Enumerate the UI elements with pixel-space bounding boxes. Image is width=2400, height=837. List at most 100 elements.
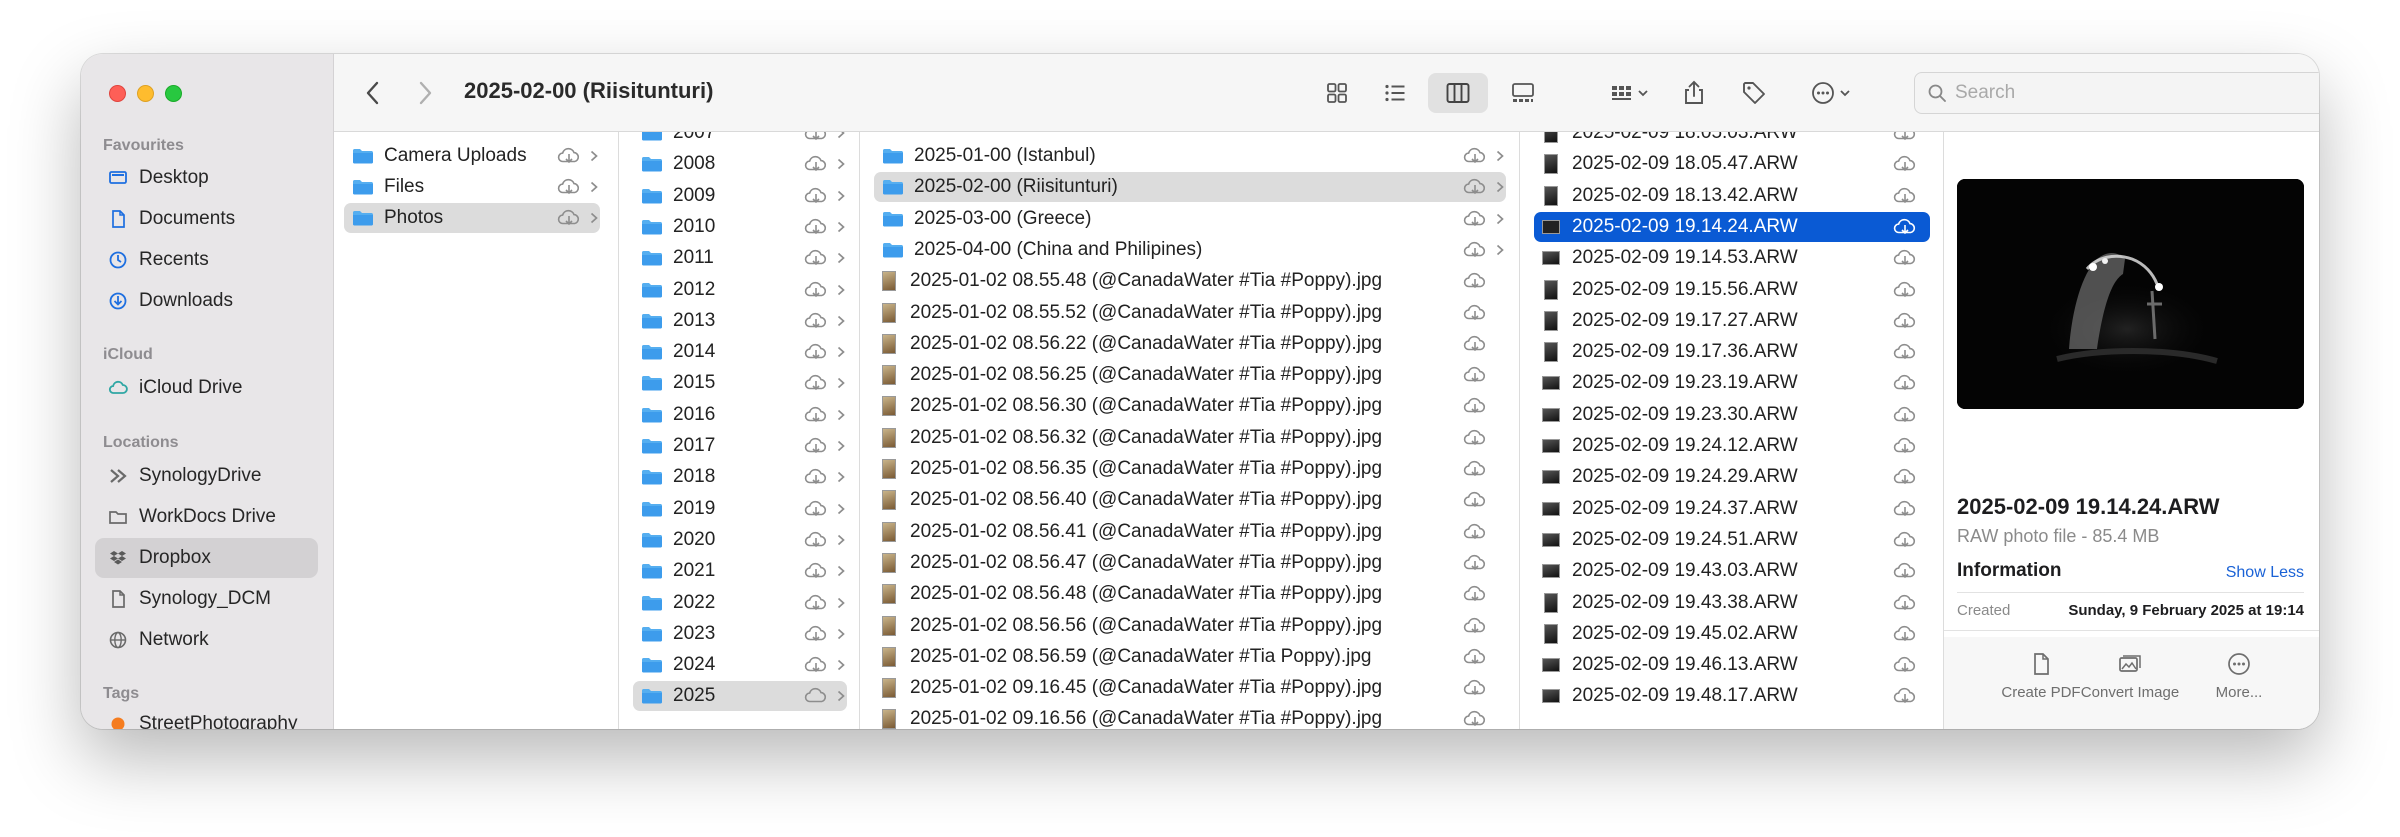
file-row[interactable]: 2025-02-09 19.23.19.ARW: [1534, 368, 1930, 398]
column-dropbox[interactable]: Camera Uploads Files Photos: [334, 132, 619, 729]
file-row[interactable]: 2025-01-02 08.56.40 (@CanadaWater #Tia #…: [874, 485, 1506, 515]
folder-row[interactable]: 2008: [633, 149, 847, 179]
file-row[interactable]: 2025-02-09 19.17.27.ARW: [1534, 306, 1930, 336]
search-input[interactable]: [1955, 82, 2319, 104]
folder-row[interactable]: 2013: [633, 306, 847, 336]
file-row[interactable]: 2025-01-02 08.55.48 (@CanadaWater #Tia #…: [874, 266, 1506, 296]
file-row[interactable]: 2025-02-09 19.24.12.ARW: [1534, 431, 1930, 461]
file-row[interactable]: 2025-01-02 08.56.59 (@CanadaWater #Tia P…: [874, 642, 1506, 672]
file-row[interactable]: 2025-01-02 08.56.30 (@CanadaWater #Tia #…: [874, 391, 1506, 421]
file-row[interactable]: 2025-02-09 19.43.38.ARW: [1534, 588, 1930, 618]
folder-row[interactable]: 2014: [633, 337, 847, 367]
file-row[interactable]: 2025-02-09 18.13.42.ARW: [1534, 181, 1930, 211]
file-row[interactable]: 2025-02-09 19.24.51.ARW: [1534, 525, 1930, 555]
folder-row[interactable]: Camera Uploads: [344, 141, 600, 171]
icon-view-button[interactable]: [1314, 73, 1360, 113]
file-row[interactable]: 2025-02-09 19.15.56.ARW: [1534, 275, 1930, 305]
back-button[interactable]: [358, 78, 388, 108]
folder-row[interactable]: 2024: [633, 650, 847, 680]
column-riisitunturi[interactable]: 2025-02-09 18.05.03.ARW 2025-02-09 18.05.…: [1520, 132, 1944, 729]
file-row[interactable]: 2025-01-02 08.56.25 (@CanadaWater #Tia #…: [874, 360, 1506, 390]
file-row[interactable]: 2025-03-00 (Greece): [874, 204, 1506, 234]
folder-row[interactable]: 2009: [633, 181, 847, 211]
sidebar-item-downloads[interactable]: Downloads: [95, 281, 318, 321]
show-less-link[interactable]: Show Less: [2226, 564, 2304, 582]
file-row[interactable]: 2025-01-02 08.56.48 (@CanadaWater #Tia #…: [874, 579, 1506, 609]
tags-button[interactable]: [1734, 73, 1774, 113]
file-row[interactable]: 2025-02-09 18.05.47.ARW: [1534, 149, 1930, 179]
folder-row[interactable]: 2010: [633, 212, 847, 242]
file-row[interactable]: 2025-01-02 08.56.47 (@CanadaWater #Tia #…: [874, 548, 1506, 578]
column-view-button[interactable]: [1428, 73, 1488, 113]
folder-row[interactable]: 2016: [633, 400, 847, 430]
file-row[interactable]: 2025-01-02 08.56.35 (@CanadaWater #Tia #…: [874, 454, 1506, 484]
column-photos[interactable]: 2007 2008 2009 2010 2011 2012 2013 2014 2015 2016…: [619, 132, 860, 729]
file-row[interactable]: 2025-02-09 19.14.53.ARW: [1534, 243, 1930, 273]
file-row[interactable]: 2025-02-09 19.46.13.ARW: [1534, 650, 1930, 680]
file-row[interactable]: 2025-01-00 (Istanbul): [874, 141, 1506, 171]
file-row[interactable]: 2025-02-00 (Riisitunturi): [874, 172, 1506, 203]
gallery-view-button[interactable]: [1498, 73, 1548, 113]
file-row[interactable]: 2025-02-09 19.48.17.ARW: [1534, 681, 1930, 711]
file-row[interactable]: 2025-02-09 19.14.24.ARW: [1534, 211, 1930, 242]
file-row[interactable]: 2025-01-02 08.56.41 (@CanadaWater #Tia #…: [874, 517, 1506, 547]
sidebar-item-icloud-drive[interactable]: iCloud Drive: [95, 368, 318, 408]
file-row[interactable]: 2025-02-09 18.05.03.ARW: [1534, 132, 1930, 148]
sidebar-item-recents[interactable]: Recents: [95, 240, 318, 280]
folder-row[interactable]: Photos: [344, 203, 600, 233]
cloud-download-icon: [1893, 437, 1916, 454]
folder-row[interactable]: 2022: [633, 588, 847, 618]
file-row[interactable]: 2025-01-02 08.56.22 (@CanadaWater #Tia #…: [874, 329, 1506, 359]
raw-thumbnail-icon: [1542, 501, 1560, 516]
share-button[interactable]: [1674, 73, 1714, 113]
more-actions-button[interactable]: More...: [2184, 651, 2294, 702]
file-row[interactable]: 2025-02-09 19.24.29.ARW: [1534, 462, 1930, 492]
folder-row[interactable]: Files: [344, 172, 600, 202]
folder-row[interactable]: 2011: [633, 243, 847, 273]
sidebar-item-tag-streetphotography[interactable]: StreetPhotography: [95, 704, 318, 729]
file-row[interactable]: 2025-01-02 08.55.52 (@CanadaWater #Tia #…: [874, 298, 1506, 328]
file-row[interactable]: 2025-01-02 09.16.45 (@CanadaWater #Tia #…: [874, 673, 1506, 703]
file-row[interactable]: 2025-01-02 09.16.56 (@CanadaWater #Tia #…: [874, 704, 1506, 729]
sidebar-item-workdocs-drive[interactable]: WorkDocs Drive: [95, 497, 318, 537]
raw-thumbnail-icon: [1544, 592, 1558, 613]
list-view-button[interactable]: [1372, 73, 1418, 113]
file-row[interactable]: 2025-01-02 08.56.56 (@CanadaWater #Tia #…: [874, 611, 1506, 641]
convert-image-button[interactable]: Convert Image: [2075, 651, 2185, 702]
folder-row[interactable]: 2023: [633, 619, 847, 649]
file-row[interactable]: 2025-02-09 19.17.36.ARW: [1534, 337, 1930, 367]
folder-row[interactable]: 2021: [633, 556, 847, 586]
sidebar-item-label: StreetPhotography: [139, 713, 298, 729]
folder-row[interactable]: 2017: [633, 431, 847, 461]
action-menu-button[interactable]: [1800, 73, 1864, 113]
folder-row[interactable]: 2012: [633, 275, 847, 305]
sidebar-item-dropbox[interactable]: Dropbox: [95, 538, 318, 578]
sidebar-item-desktop[interactable]: Desktop: [95, 158, 318, 198]
folder-row[interactable]: 2015: [633, 368, 847, 398]
zoom-window-button[interactable]: [165, 85, 182, 102]
column-2025[interactable]: 2025-01-00 (Istanbul) 2025-02-00 (Riisitu…: [860, 132, 1520, 729]
file-row[interactable]: 2025-02-09 19.43.03.ARW: [1534, 556, 1930, 586]
minimize-window-button[interactable]: [137, 85, 154, 102]
close-window-button[interactable]: [109, 85, 126, 102]
file-row[interactable]: 2025-04-00 (China and Philipines): [874, 235, 1506, 265]
file-row[interactable]: 2025-01-02 08.56.32 (@CanadaWater #Tia #…: [874, 423, 1506, 453]
folder-row[interactable]: 2020: [633, 525, 847, 555]
file-row[interactable]: 2025-02-09 19.23.30.ARW: [1534, 400, 1930, 430]
search-field[interactable]: [1914, 72, 2319, 114]
folder-row[interactable]: 2018: [633, 462, 847, 492]
sidebar-item-synology-dcm[interactable]: Synology_DCM: [95, 579, 318, 619]
file-row[interactable]: 2025-02-09 19.24.37.ARW: [1534, 494, 1930, 524]
folder-row[interactable]: 2025: [633, 681, 847, 712]
sidebar-item-documents[interactable]: Documents: [95, 199, 318, 239]
forward-button[interactable]: [410, 78, 440, 108]
sidebar-item-network[interactable]: Network: [95, 620, 318, 660]
cloud-download-icon: [1893, 531, 1916, 548]
cloud-download-icon: [557, 209, 580, 226]
folder-row[interactable]: 2007: [633, 132, 847, 148]
file-row[interactable]: 2025-02-09 19.45.02.ARW: [1534, 619, 1930, 649]
folder-name: 2015: [673, 372, 716, 394]
group-by-button[interactable]: [1600, 73, 1660, 113]
sidebar-item-synologydrive[interactable]: SynologyDrive: [95, 456, 318, 496]
folder-row[interactable]: 2019: [633, 494, 847, 524]
